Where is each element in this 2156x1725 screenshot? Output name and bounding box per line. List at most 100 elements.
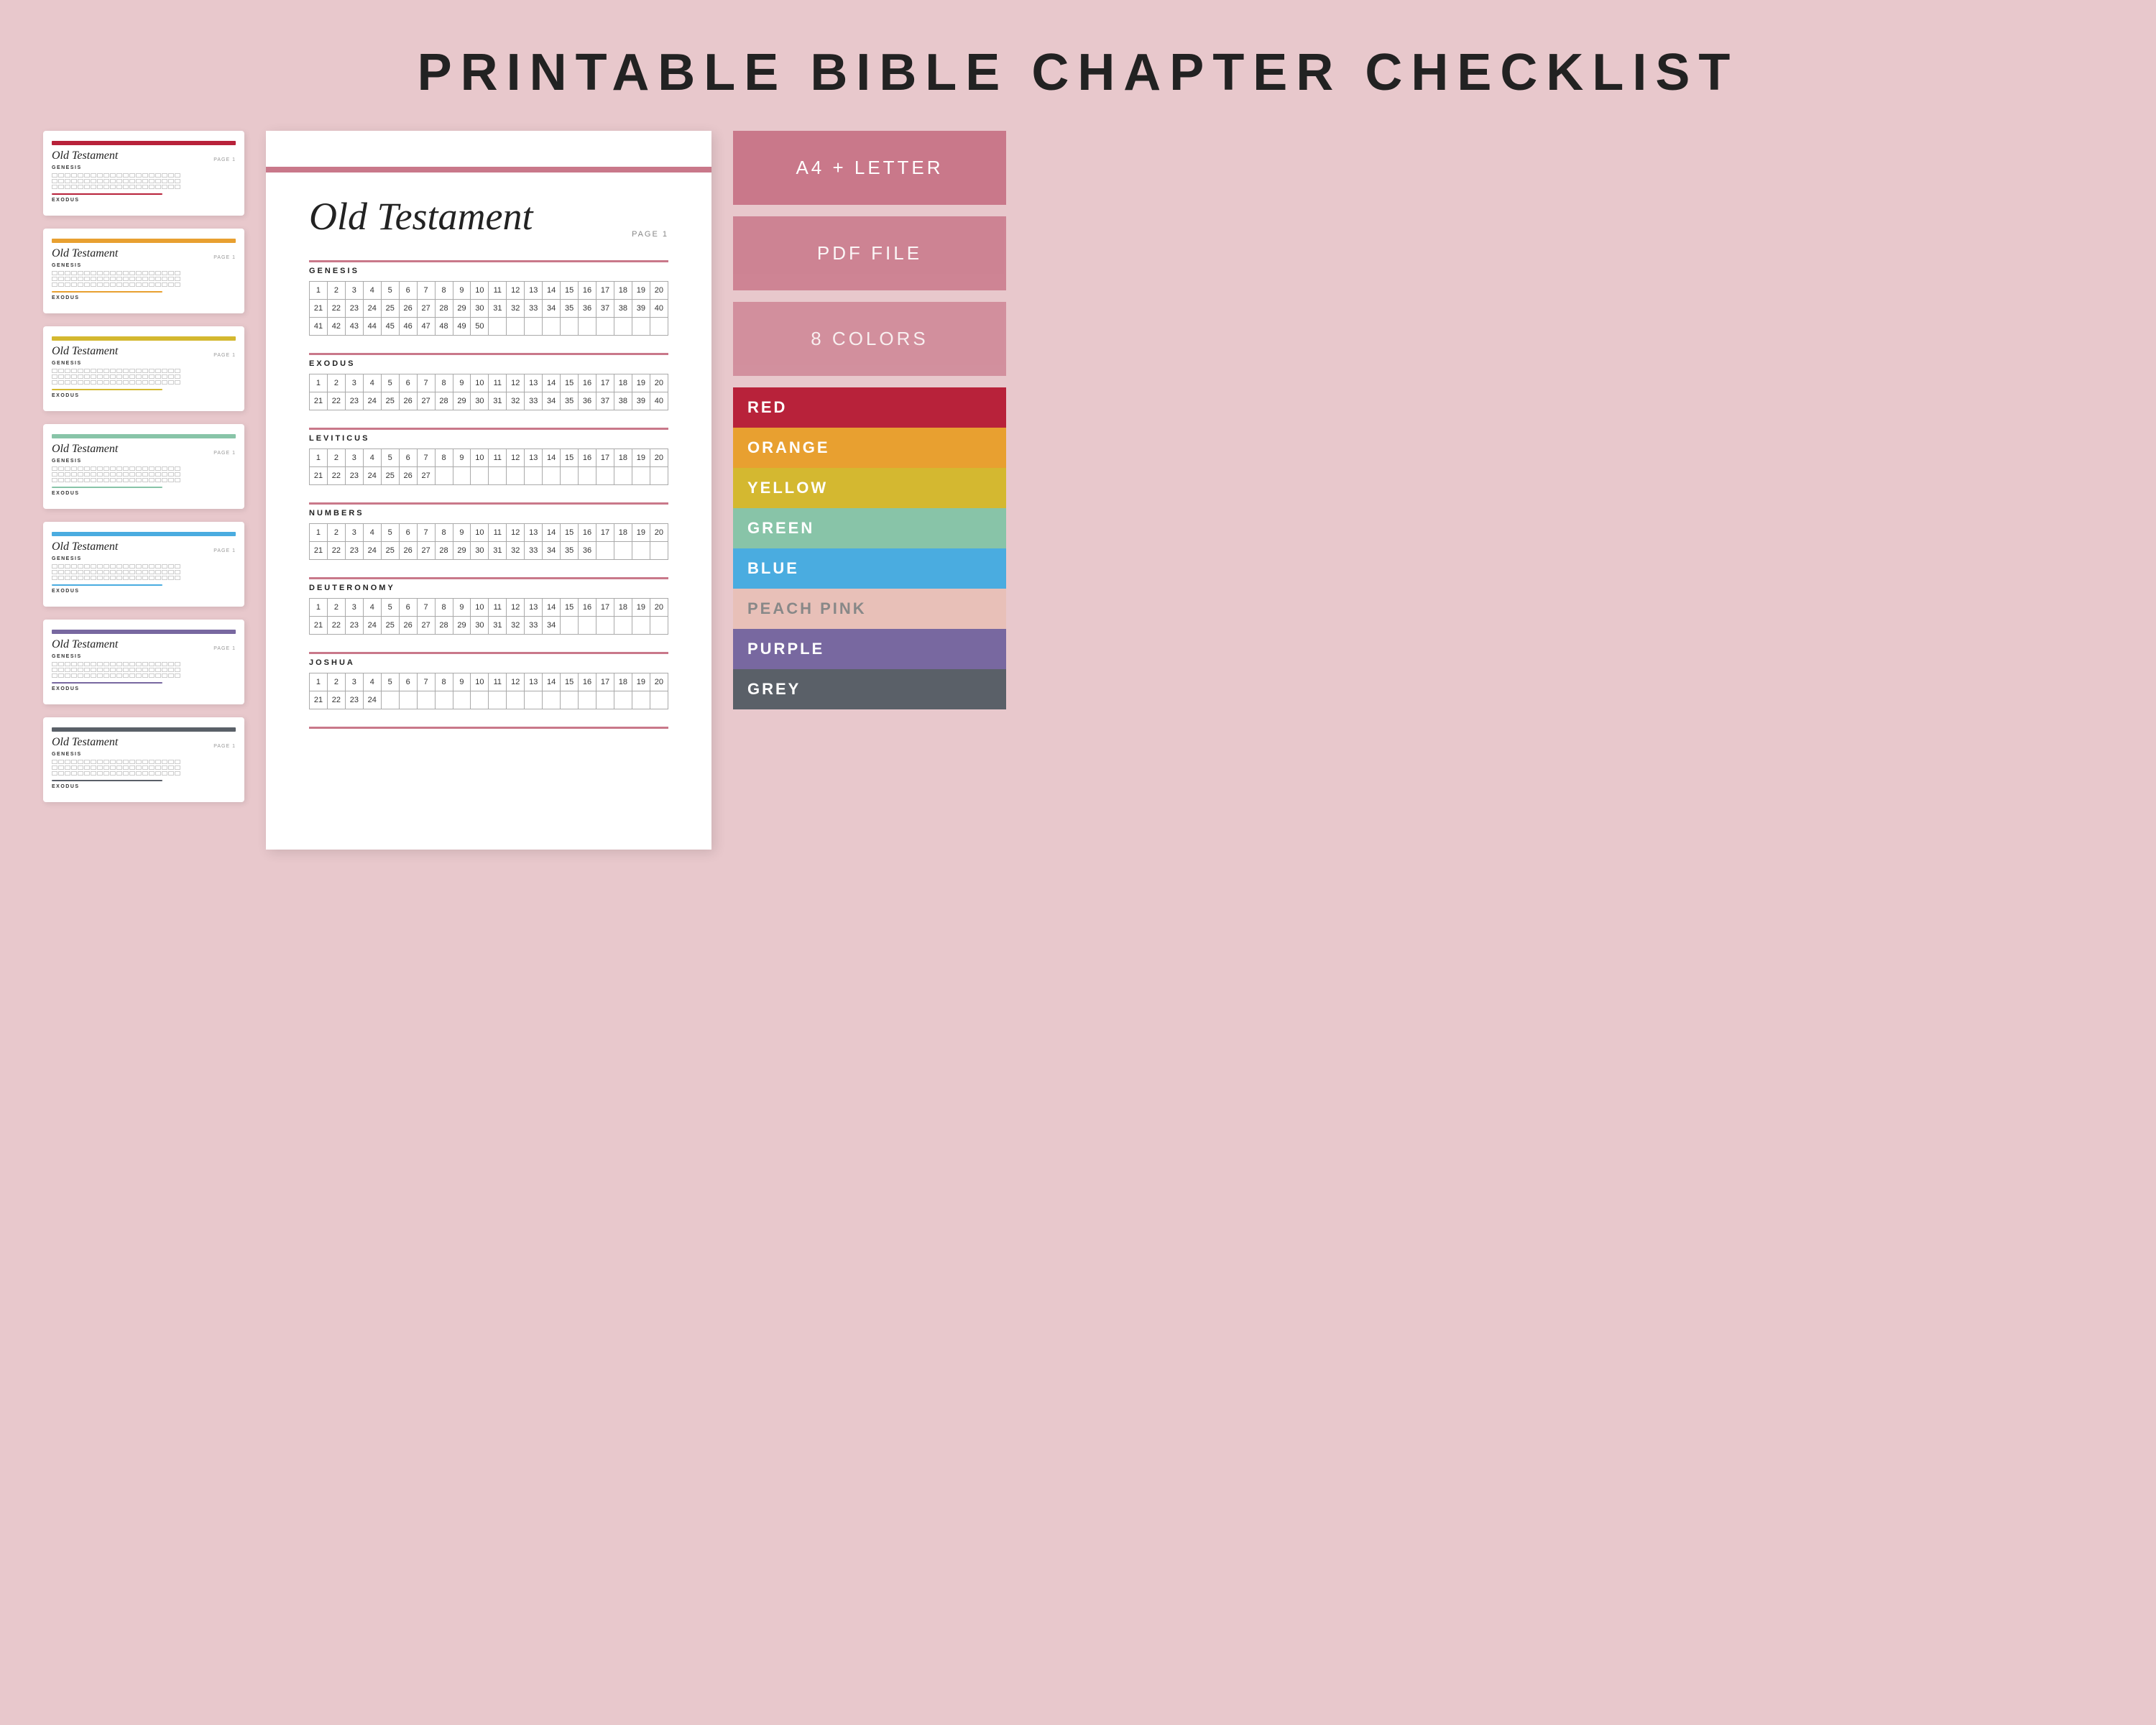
- table-cell: 20: [650, 374, 668, 392]
- table-cell: 25: [381, 392, 399, 410]
- thumb-grid: [52, 760, 236, 776]
- table-cell: [650, 542, 668, 560]
- table-cell: 16: [579, 282, 596, 300]
- table-cell: [596, 691, 614, 709]
- table-cell: 29: [453, 392, 471, 410]
- table-cell: [507, 691, 525, 709]
- table-cell: 15: [561, 599, 579, 617]
- table-cell: 33: [525, 617, 543, 635]
- table-cell: [632, 617, 650, 635]
- book-accent-line: [309, 428, 668, 430]
- thumbnail-card-purple: Old TestamentPAGE 1GENESISEXODUS: [43, 620, 244, 704]
- chapter-table: 1234567891011121314151617181920212223242…: [309, 598, 668, 635]
- table-cell: [579, 318, 596, 336]
- book-accent-line: [309, 353, 668, 355]
- table-cell: 9: [453, 524, 471, 542]
- table-cell: 2: [327, 524, 345, 542]
- table-cell: [435, 691, 453, 709]
- table-cell: 14: [543, 673, 561, 691]
- table-cell: 15: [561, 449, 579, 467]
- table-cell: 22: [327, 392, 345, 410]
- table-cell: 11: [489, 599, 507, 617]
- table-cell: 12: [507, 282, 525, 300]
- table-cell: 41: [310, 318, 328, 336]
- table-cell: 29: [453, 542, 471, 560]
- table-cell: 23: [345, 617, 363, 635]
- table-cell: 2: [327, 673, 345, 691]
- a4-label: A4 + LETTER: [796, 157, 943, 178]
- table-cell: 7: [417, 599, 435, 617]
- table-cell: 19: [632, 282, 650, 300]
- table-cell: 3: [345, 524, 363, 542]
- table-cell: [453, 691, 471, 709]
- table-cell: 30: [471, 617, 489, 635]
- chapter-table: 1234567891011121314151617181920212223242…: [309, 448, 668, 485]
- table-cell: 33: [525, 542, 543, 560]
- table-cell: 8: [435, 449, 453, 467]
- table-cell: 40: [650, 392, 668, 410]
- table-cell: 20: [650, 524, 668, 542]
- preview-top-bar: [266, 167, 711, 172]
- color-swatches: REDORANGEYELLOWGREENBLUEPEACH PINKPURPLE…: [733, 387, 1006, 709]
- table-cell: 15: [561, 673, 579, 691]
- table-cell: 6: [399, 282, 417, 300]
- table-cell: 4: [363, 282, 381, 300]
- table-cell: 2: [327, 599, 345, 617]
- thumbnail-card-blue: Old TestamentPAGE 1GENESISEXODUS: [43, 522, 244, 607]
- table-cell: 25: [381, 467, 399, 485]
- thumb-page-label: PAGE 1: [213, 255, 236, 260]
- thumb-grid: [52, 173, 236, 189]
- book-section-joshua: JOSHUA1234567891011121314151617181920212…: [309, 652, 668, 709]
- table-cell: 42: [327, 318, 345, 336]
- table-cell: [596, 617, 614, 635]
- table-cell: 17: [596, 449, 614, 467]
- table-cell: 31: [489, 617, 507, 635]
- table-cell: [579, 617, 596, 635]
- table-cell: [561, 691, 579, 709]
- table-cell: [650, 318, 668, 336]
- table-cell: 31: [489, 300, 507, 318]
- table-cell: 36: [579, 392, 596, 410]
- table-cell: 10: [471, 599, 489, 617]
- pdf-label: PDF FILE: [817, 242, 922, 264]
- table-cell: 32: [507, 617, 525, 635]
- table-cell: 20: [650, 282, 668, 300]
- table-cell: [579, 691, 596, 709]
- table-cell: 20: [650, 449, 668, 467]
- color-swatch-label: RED: [747, 398, 787, 417]
- table-cell: 5: [381, 282, 399, 300]
- table-cell: 9: [453, 449, 471, 467]
- table-cell: 26: [399, 542, 417, 560]
- table-cell: 1: [310, 374, 328, 392]
- table-cell: 8: [435, 673, 453, 691]
- chapter-table: 1234567891011121314151617181920212223242…: [309, 281, 668, 336]
- table-row: 21222324: [310, 691, 668, 709]
- table-cell: [632, 318, 650, 336]
- table-cell: 32: [507, 300, 525, 318]
- thumb-page-label: PAGE 1: [213, 353, 236, 358]
- table-cell: 6: [399, 449, 417, 467]
- table-cell: [543, 691, 561, 709]
- table-cell: 35: [561, 542, 579, 560]
- table-cell: 6: [399, 374, 417, 392]
- table-cell: 23: [345, 691, 363, 709]
- table-cell: 19: [632, 673, 650, 691]
- table-row: 2122232425262728293031323334353637383940: [310, 300, 668, 318]
- table-cell: 25: [381, 542, 399, 560]
- thumb-exodus-label: EXODUS: [52, 686, 236, 691]
- table-cell: 7: [417, 449, 435, 467]
- table-row: 1234567891011121314151617181920: [310, 673, 668, 691]
- color-swatch-label: BLUE: [747, 559, 799, 578]
- table-cell: 2: [327, 282, 345, 300]
- table-cell: 30: [471, 300, 489, 318]
- table-cell: 1: [310, 673, 328, 691]
- colors-card: 8 COLORS: [733, 302, 1006, 376]
- table-cell: 22: [327, 691, 345, 709]
- table-cell: 23: [345, 392, 363, 410]
- table-cell: 25: [381, 617, 399, 635]
- table-cell: [543, 318, 561, 336]
- book-accent-line: [309, 502, 668, 505]
- thumbnail-card-red: Old TestamentPAGE 1GENESISEXODUS: [43, 131, 244, 216]
- book-section-numbers: NUMBERS123456789101112131415161718192021…: [309, 502, 668, 560]
- table-cell: 14: [543, 599, 561, 617]
